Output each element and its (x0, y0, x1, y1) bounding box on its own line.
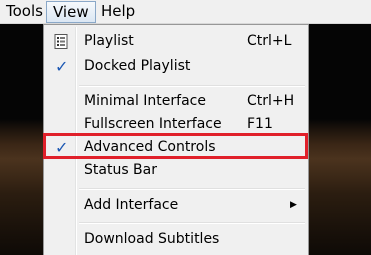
menu-help[interactable]: Help (95, 0, 141, 23)
menu-bar: Tools View Help (0, 0, 371, 24)
menu-tools[interactable]: Tools (0, 0, 49, 23)
menu-item-download-subtitles-label: Download Subtitles (84, 231, 220, 247)
menu-separator (79, 188, 305, 190)
menu-item-docked-playlist[interactable]: ✓ Docked Playlist (46, 55, 306, 78)
menu-item-docked-playlist-label: Docked Playlist (84, 58, 191, 74)
menu-tools-label: Tools (6, 2, 43, 20)
menu-item-download-subtitles[interactable]: Download Subtitles (46, 228, 306, 251)
menu-separator (79, 222, 305, 224)
menu-item-status-bar[interactable]: Status Bar (46, 159, 306, 182)
check-icon: ✓ (55, 57, 69, 76)
menu-view-label: View (53, 3, 89, 21)
menu-item-playlist[interactable]: Playlist Ctrl+L (46, 30, 306, 53)
menu-item-minimal-interface-shortcut: Ctrl+H (247, 93, 295, 109)
annotation-highlight-box (43, 133, 308, 159)
menu-item-playlist-shortcut: Ctrl+L (247, 33, 292, 49)
menu-view[interactable]: View (46, 1, 96, 23)
menu-item-status-bar-label: Status Bar (84, 162, 158, 178)
menu-item-playlist-label: Playlist (84, 33, 134, 49)
playlist-icon (54, 34, 68, 49)
menu-help-label: Help (101, 2, 136, 20)
menu-item-minimal-interface-label: Minimal Interface (84, 93, 206, 109)
menu-separator (79, 85, 305, 87)
menu-item-add-interface-label: Add Interface (84, 197, 179, 213)
menu-item-minimal-interface[interactable]: Minimal Interface Ctrl+H (46, 90, 306, 113)
submenu-arrow-icon: ▶ (290, 200, 297, 210)
menu-item-add-interface[interactable]: Add Interface ▶ (46, 194, 306, 217)
